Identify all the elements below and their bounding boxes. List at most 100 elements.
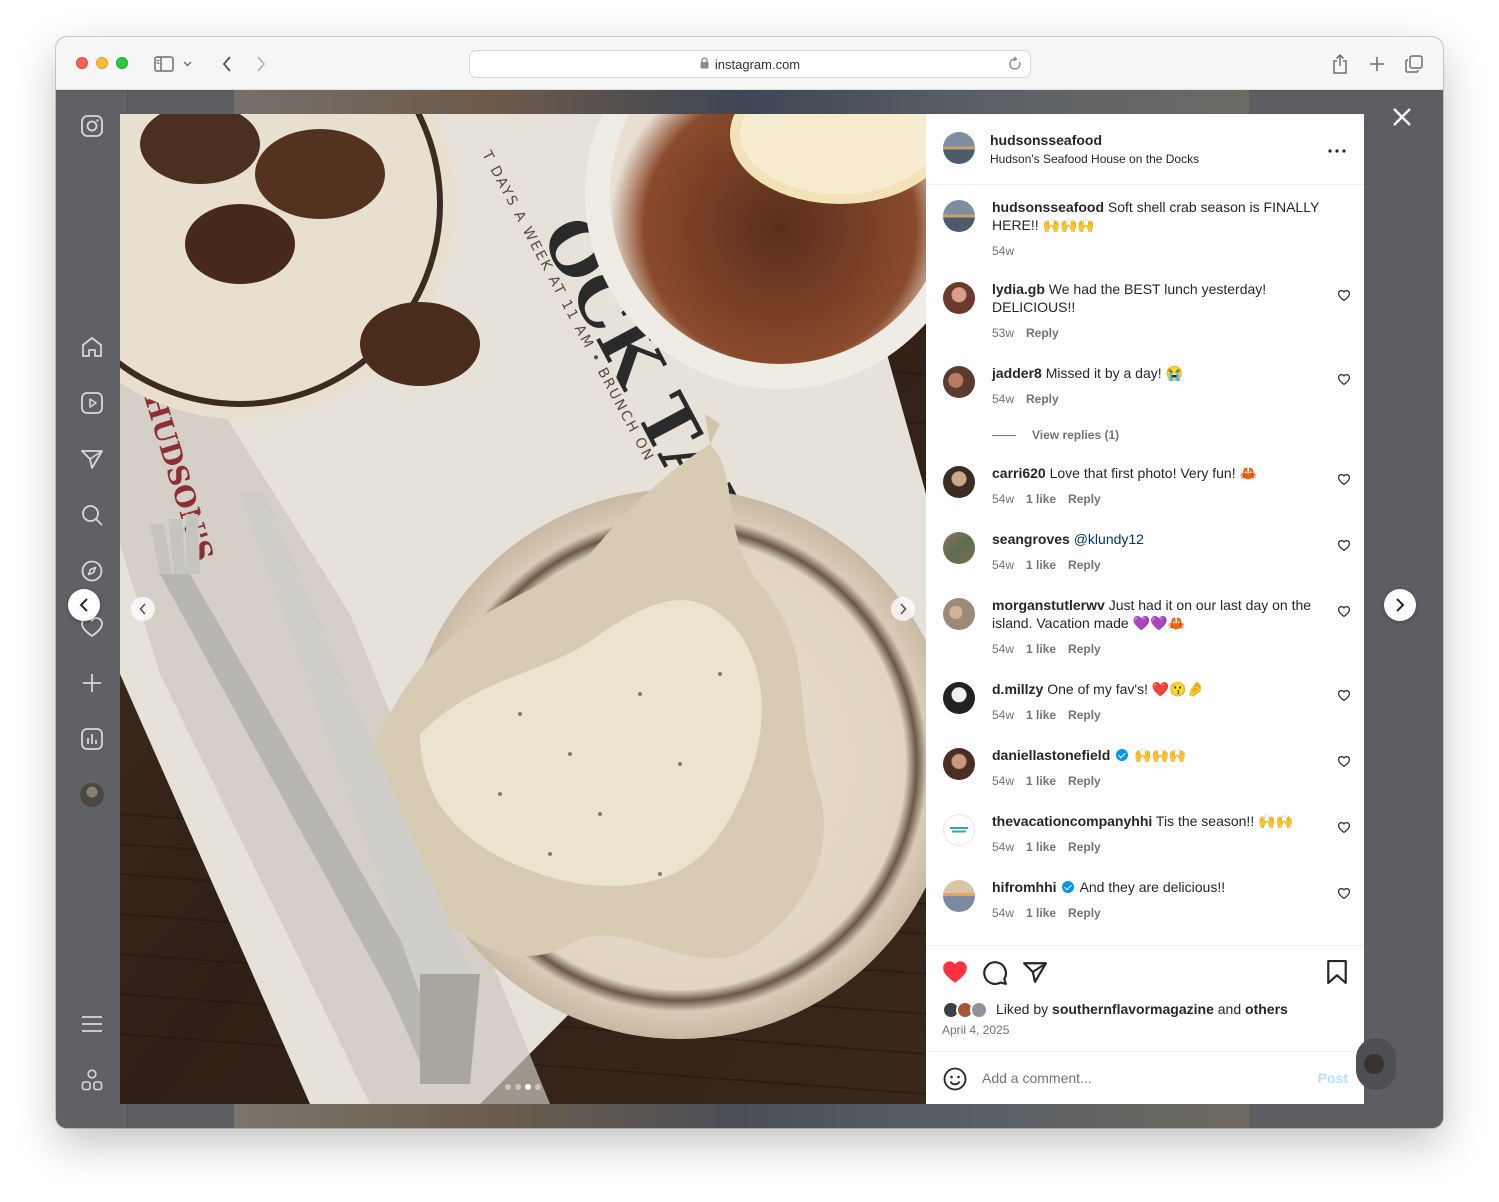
messages-icon[interactable] [80, 447, 104, 471]
comment-likes[interactable]: 1 like [1026, 492, 1056, 506]
comment-time: 54w [992, 774, 1015, 788]
zoom-window-button[interactable] [116, 57, 128, 69]
commenter-avatar[interactable] [943, 748, 975, 780]
reply-button[interactable]: Reply [1068, 840, 1101, 854]
share-icon[interactable] [1327, 51, 1353, 77]
post-date[interactable]: April 4, 2025 [942, 1023, 1009, 1037]
add-comment-input[interactable]: Add a comment... [982, 1070, 1092, 1086]
chevron-down-icon[interactable] [180, 51, 194, 77]
create-plus-icon[interactable] [80, 671, 104, 695]
share-post-icon[interactable] [1022, 960, 1048, 986]
reply-button[interactable]: Reply [1068, 642, 1101, 656]
like-comment-icon[interactable] [1337, 886, 1351, 900]
also-from-meta-icon[interactable] [80, 1068, 104, 1092]
profile-avatar[interactable] [80, 783, 104, 807]
commenter-avatar[interactable] [943, 282, 975, 314]
comment-likes[interactable]: 1 like [1026, 558, 1056, 572]
like-comment-icon[interactable] [1337, 472, 1351, 486]
commenter-avatar[interactable] [943, 814, 975, 846]
search-icon[interactable] [80, 503, 104, 527]
like-comment-icon[interactable] [1337, 288, 1351, 302]
comment-mention-link[interactable]: @klundy12 [1074, 531, 1144, 547]
comment-likes[interactable]: 1 like [1026, 708, 1056, 722]
close-window-button[interactable] [76, 57, 88, 69]
comment-username[interactable]: carri620 [992, 465, 1046, 481]
liked-heart-icon[interactable] [942, 960, 968, 986]
commenter-avatar[interactable] [943, 598, 975, 630]
comment-likes[interactable]: 1 like [1026, 840, 1056, 854]
reply-button[interactable]: Reply [1068, 492, 1101, 506]
reply-button[interactable]: Reply [1068, 774, 1101, 788]
author-avatar[interactable] [943, 132, 975, 164]
home-icon[interactable] [80, 335, 104, 359]
post-media-image[interactable]: OCK TALK T DAYS A WEEK AT 11 AM • BRUNCH… [120, 114, 926, 1104]
comment-username[interactable]: daniellastonefield [992, 747, 1110, 763]
media-next-icon[interactable] [891, 597, 915, 621]
forward-icon[interactable] [248, 51, 274, 77]
commenter-avatar[interactable] [943, 366, 975, 398]
comment-meta: 54w 1 like Reply [992, 840, 1101, 854]
comment-username[interactable]: thevacationcompanyhhi [992, 813, 1152, 829]
commenter-avatar[interactable] [943, 466, 975, 498]
emoji-icon[interactable] [943, 1067, 967, 1096]
comment-time: 54w [992, 492, 1015, 506]
commenter-avatar[interactable] [943, 682, 975, 714]
comment-meta: 54w 1 like Reply [992, 558, 1101, 572]
liked-by-others[interactable]: others [1245, 1001, 1288, 1017]
save-bookmark-icon[interactable] [1326, 960, 1352, 986]
more-options-icon[interactable] [1328, 140, 1346, 158]
view-replies-button[interactable]: View replies (1) [992, 428, 1119, 442]
reels-icon[interactable] [80, 391, 104, 415]
like-comment-icon[interactable] [1337, 754, 1351, 768]
comment-username[interactable]: seangroves [992, 531, 1070, 547]
media-carousel-dots [505, 1084, 541, 1090]
reply-button[interactable]: Reply [1068, 558, 1101, 572]
previous-post-button[interactable] [68, 589, 100, 621]
sidebar-toggle-icon[interactable] [151, 51, 177, 77]
comment-username[interactable]: lydia.gb [992, 281, 1045, 297]
close-modal-icon[interactable] [1390, 105, 1414, 129]
comment-likes[interactable]: 1 like [1026, 906, 1056, 920]
comment-likes[interactable]: 1 like [1026, 774, 1056, 788]
comment-likes[interactable]: 1 like [1026, 642, 1056, 656]
menu-icon[interactable] [80, 1012, 104, 1036]
like-comment-icon[interactable] [1337, 820, 1351, 834]
instagram-logo-icon[interactable] [80, 114, 104, 138]
comment-username[interactable]: jadder8 [992, 365, 1042, 381]
comment-username[interactable]: hifromhhi [992, 879, 1057, 895]
back-icon[interactable] [214, 51, 240, 77]
post-header: hudsonsseafood Hudson's Seafood House on… [926, 114, 1364, 185]
explore-icon[interactable] [80, 559, 104, 583]
reply-button[interactable]: Reply [1026, 326, 1059, 340]
address-bar[interactable]: instagram.com [469, 50, 1031, 78]
liked-by-username[interactable]: southernflavormagazine [1052, 1001, 1214, 1017]
reply-button[interactable]: Reply [1068, 708, 1101, 722]
tab-overview-icon[interactable] [1401, 51, 1427, 77]
liked-by-avatars[interactable] [942, 1001, 994, 1021]
dashboard-icon[interactable] [80, 727, 104, 751]
carousel-dot [505, 1084, 511, 1090]
post-comment-button[interactable]: Post [1318, 1070, 1348, 1086]
messages-avatar [1364, 1054, 1384, 1074]
like-comment-icon[interactable] [1337, 372, 1351, 386]
next-post-button[interactable] [1384, 589, 1416, 621]
commenter-avatar[interactable] [943, 532, 975, 564]
like-comment-icon[interactable] [1337, 688, 1351, 702]
media-previous-icon[interactable] [131, 597, 155, 621]
like-comment-icon[interactable] [1337, 604, 1351, 618]
post-location[interactable]: Hudson's Seafood House on the Docks [990, 152, 1199, 166]
author-username[interactable]: hudsonsseafood [990, 132, 1102, 148]
minimize-window-button[interactable] [96, 57, 108, 69]
messages-pill[interactable] [1356, 1038, 1396, 1090]
reload-icon[interactable] [1008, 56, 1022, 75]
like-comment-icon[interactable] [1337, 538, 1351, 552]
commenter-avatar[interactable] [943, 880, 975, 912]
new-tab-icon[interactable] [1364, 51, 1390, 77]
comment-username[interactable]: morganstutlerwv [992, 597, 1105, 613]
author-avatar[interactable] [943, 200, 975, 232]
comment-icon[interactable] [982, 960, 1008, 986]
caption-username[interactable]: hudsonsseafood [992, 199, 1104, 215]
comment-username[interactable]: d.millzy [992, 681, 1043, 697]
reply-button[interactable]: Reply [1068, 906, 1101, 920]
reply-button[interactable]: Reply [1026, 392, 1059, 406]
